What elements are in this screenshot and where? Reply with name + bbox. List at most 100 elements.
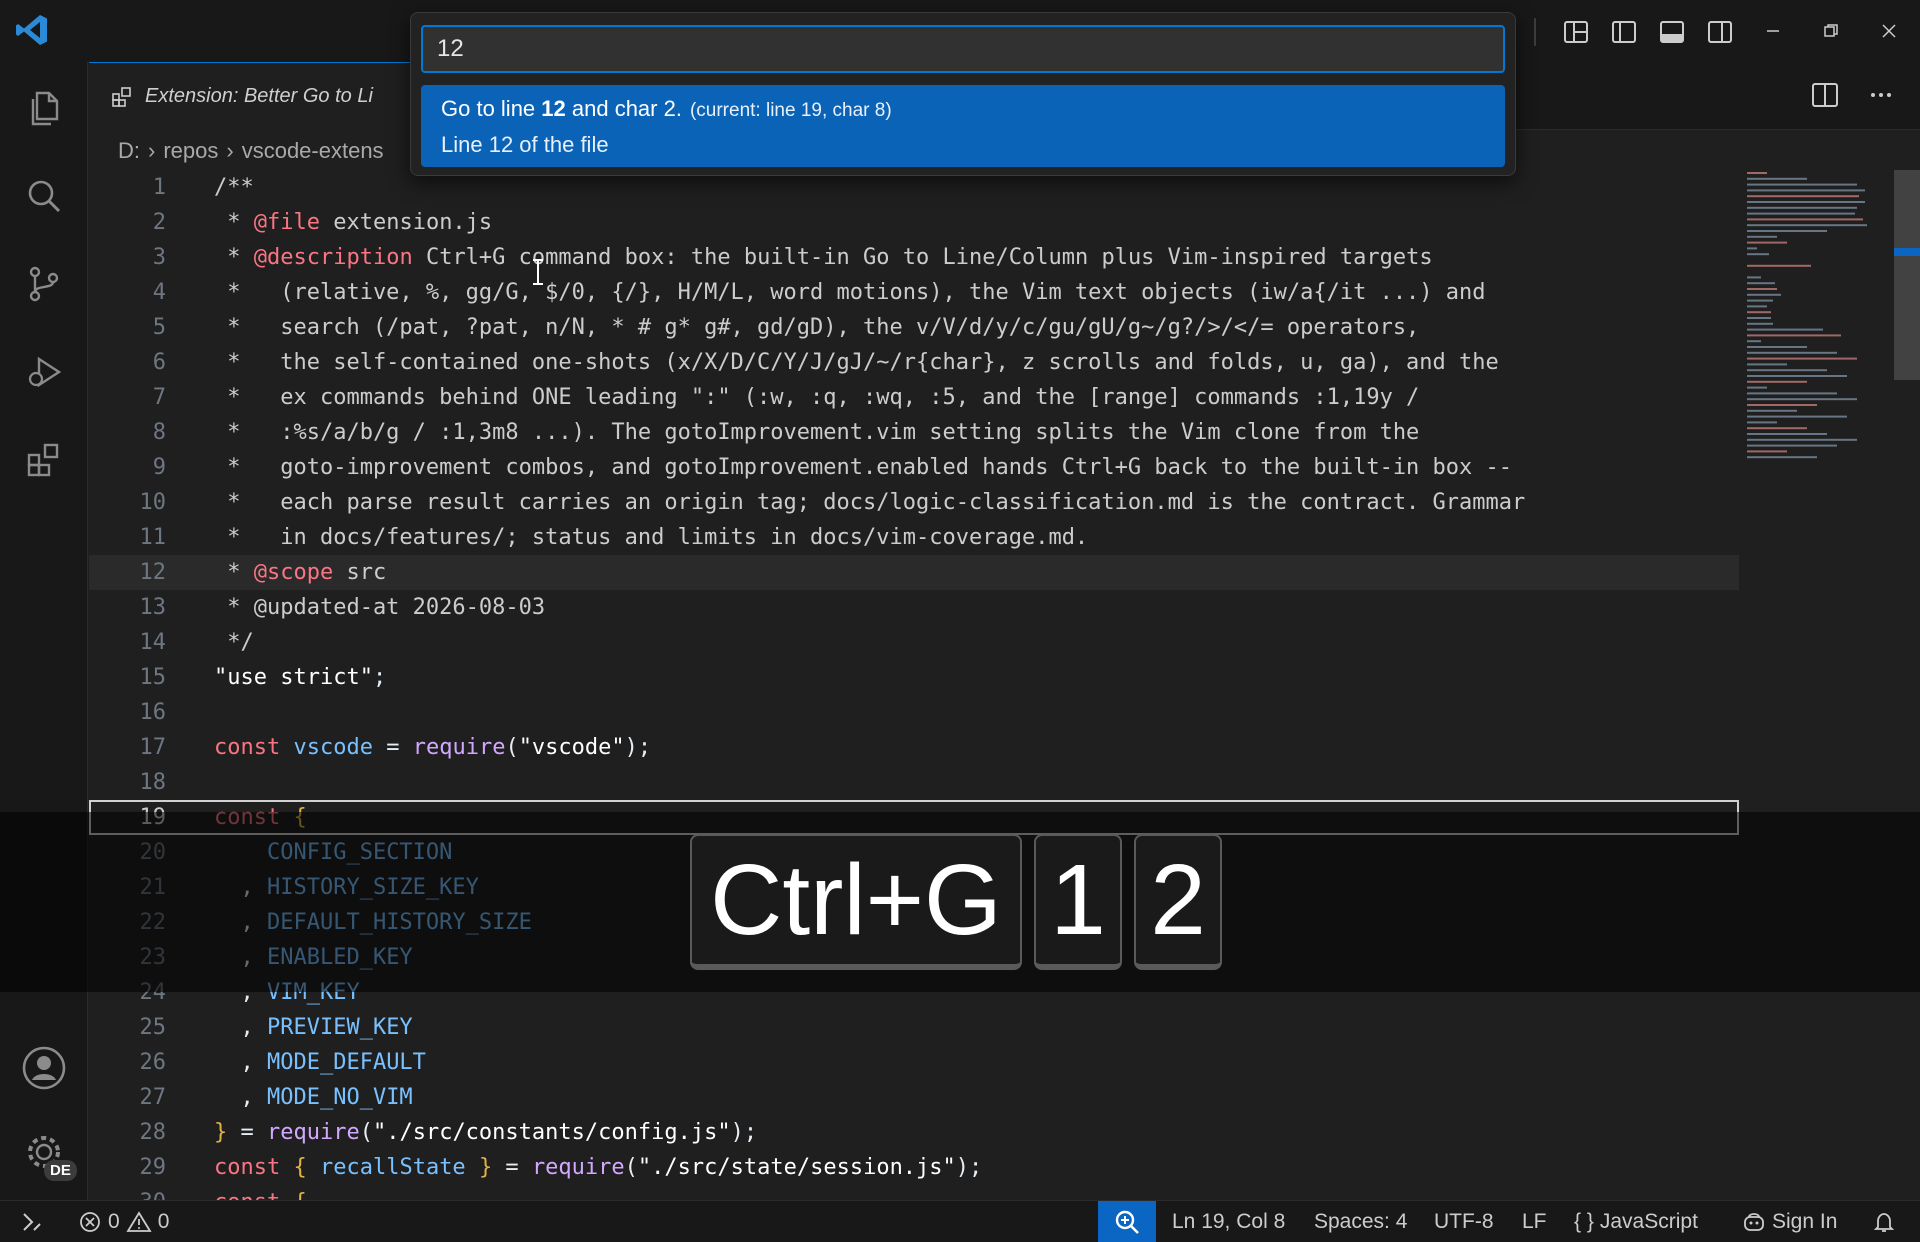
code-line[interactable]: 30 const {	[89, 1185, 1739, 1200]
code-line[interactable]: 4 * (relative, %, gg/G, $/0, {/}, H/M/L,…	[89, 275, 1739, 310]
end-of-line[interactable]: LF	[1522, 1201, 1547, 1242]
code-line[interactable]: 27 , MODE_NO_VIM	[89, 1080, 1739, 1115]
code-line[interactable]: 11 * in docs/features/; status and limit…	[89, 520, 1739, 555]
minimap-line	[1747, 288, 1777, 290]
code-line[interactable]: 14 */	[89, 625, 1739, 660]
code-line[interactable]: 16	[89, 695, 1739, 730]
code-line[interactable]: 28} = require("./src/constants/config.js…	[89, 1115, 1739, 1150]
toggle-panel-icon[interactable]	[1648, 16, 1696, 48]
minimap[interactable]	[1745, 170, 1875, 470]
more-actions-icon[interactable]	[1866, 80, 1896, 110]
error-icon	[80, 1212, 100, 1232]
code-line[interactable]: 29 const { recallState } = require("./src…	[89, 1150, 1739, 1185]
indentation[interactable]: Spaces: 4	[1314, 1201, 1407, 1242]
line-number: 14	[139, 630, 167, 655]
code-editor[interactable]: 1/** 2 * @file extension.js 3 * @descripti…	[89, 170, 1920, 1200]
item-label-current: (current: line 19, char 8)	[689, 100, 892, 121]
minimap-line	[1747, 206, 1857, 209]
line-number: 18	[139, 770, 167, 795]
line-number: 13	[139, 595, 167, 620]
code-line[interactable]: 9 * goto-improvement combos, and gotoImp…	[89, 450, 1739, 485]
line-text: , PREVIEW_KEY	[214, 1015, 413, 1040]
sign-in-label: Sign In	[1772, 1210, 1838, 1233]
line-text: const vscode = require("vscode");	[214, 735, 652, 760]
code-line[interactable]: 5 * search (/pat, ?pat, n/N, * # g* g#, …	[89, 310, 1739, 345]
code-line[interactable]: 8 * :%s/a/b/g / :1,3m8 ...). The gotoImp…	[89, 415, 1739, 450]
tab-extension-preview[interactable]: Extension: Better Go to Li	[89, 62, 429, 130]
line-text: * @scope src	[214, 560, 387, 585]
minimap-line	[1747, 392, 1837, 395]
code-line[interactable]: 17 const vscode = require("vscode");	[89, 730, 1739, 765]
minimap-line	[1747, 328, 1823, 331]
encoding[interactable]: UTF-8	[1434, 1201, 1494, 1242]
quick-pick-input[interactable]	[421, 25, 1505, 73]
customize-layout-icon[interactable]	[1552, 16, 1600, 48]
keycast-key-2: 2	[1134, 834, 1222, 970]
minimap-line	[1747, 218, 1863, 221]
quick-pick-item[interactable]: Go to line 12 and char 2. (current: line …	[421, 85, 1505, 167]
text-cursor-icon	[533, 259, 543, 285]
minimap-line	[1747, 230, 1827, 232]
toggle-primary-sidebar-icon[interactable]	[1600, 16, 1648, 48]
code-line[interactable]: 25 , PREVIEW_KEY	[89, 1010, 1739, 1045]
search-icon[interactable]	[18, 170, 70, 222]
minimap-line	[1747, 346, 1807, 348]
copilot-sign-in[interactable]: Sign In	[1742, 1201, 1837, 1242]
minimap-line	[1747, 340, 1761, 343]
notifications-bell-icon[interactable]	[1872, 1201, 1896, 1242]
code-line[interactable]: 13 * @updated-at 2026-08-03	[89, 590, 1739, 625]
split-editor-icon[interactable]	[1810, 80, 1840, 110]
line-number: 10	[139, 490, 167, 515]
minimize-icon[interactable]	[1744, 12, 1802, 50]
extensions-icon[interactable]	[18, 434, 70, 486]
line-text: "use strict";	[214, 665, 387, 690]
code-line[interactable]: 12 * @scope src	[89, 555, 1739, 590]
files-icon[interactable]	[18, 82, 70, 134]
cursor-position[interactable]: Ln 19, Col 8	[1172, 1201, 1285, 1242]
source-control-icon[interactable]	[18, 258, 70, 310]
line-text: const {	[214, 1185, 307, 1200]
minimap-line	[1747, 317, 1771, 319]
language-mode[interactable]: { } JavaScript	[1574, 1201, 1698, 1242]
code-line[interactable]: 3 * @description Ctrl+G command box: the…	[89, 240, 1739, 275]
vertical-scrollbar[interactable]	[1894, 170, 1920, 380]
line-number: 2	[152, 210, 166, 235]
line-number: 25	[139, 1015, 167, 1040]
language-label: JavaScript	[1599, 1210, 1698, 1233]
minimap-line	[1747, 276, 1761, 279]
code-line[interactable]: 2 * @file extension.js	[89, 205, 1739, 240]
line-text: * each parse result carries an origin ta…	[214, 490, 1526, 515]
code-line[interactable]: 18	[89, 765, 1739, 800]
minimap-line	[1747, 189, 1865, 192]
item-label-prefix: Go to line	[441, 96, 542, 121]
breadcrumb-repos[interactable]: repos	[163, 138, 218, 164]
minimap-line	[1747, 421, 1777, 424]
breadcrumb-folder[interactable]: vscode-extens	[242, 138, 384, 164]
minimap-line	[1747, 450, 1787, 453]
minimap-line	[1747, 293, 1781, 296]
remote-indicator-icon[interactable]	[20, 1201, 44, 1242]
run-debug-icon[interactable]	[18, 346, 70, 398]
code-line[interactable]: 10 * each parse result carries an origin…	[89, 485, 1739, 520]
breadcrumb: D: › repos › vscode-extens	[118, 136, 384, 166]
line-number: 27	[139, 1085, 167, 1110]
line-text: const { recallState } = require("./src/s…	[214, 1155, 983, 1180]
vscode-window: DE Extension: Better Go to Li D: › repos…	[0, 0, 1920, 1242]
zoom-icon[interactable]	[1098, 1201, 1156, 1242]
close-icon[interactable]	[1860, 12, 1918, 50]
line-text: * (relative, %, gg/G, $/0, {/}, H/M/L, w…	[214, 280, 1486, 305]
minimap-line	[1747, 311, 1771, 314]
minimap-line	[1747, 456, 1817, 459]
code-line[interactable]: 15 "use strict";	[89, 660, 1739, 695]
account-icon[interactable]	[18, 1042, 70, 1094]
line-text: /**	[214, 175, 254, 200]
restore-icon[interactable]	[1802, 12, 1860, 50]
problems-indicator[interactable]: 0 0	[78, 1201, 169, 1242]
preview-icon	[112, 86, 131, 107]
code-line[interactable]: 7 * ex commands behind ONE leading ":" (…	[89, 380, 1739, 415]
code-line[interactable]: 6 * the self-contained one-shots (x/X/D/…	[89, 345, 1739, 380]
line-number: 7	[152, 385, 166, 410]
breadcrumb-drive[interactable]: D:	[118, 138, 140, 164]
code-line[interactable]: 26 , MODE_DEFAULT	[89, 1045, 1739, 1080]
toggle-secondary-sidebar-icon[interactable]	[1696, 16, 1744, 48]
